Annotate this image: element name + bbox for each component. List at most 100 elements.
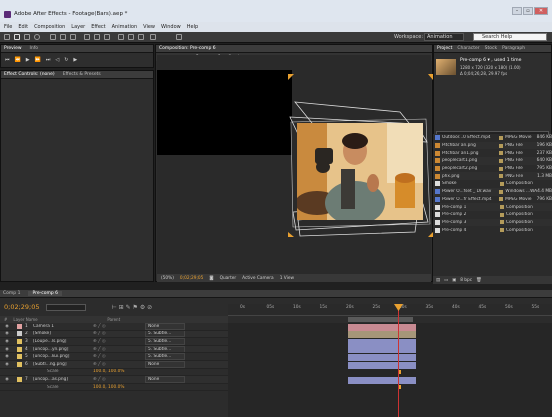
rotate-tool-icon[interactable] (50, 34, 56, 40)
label-color-swatch[interactable] (500, 181, 504, 186)
layer-label-color[interactable] (17, 354, 22, 360)
menu-effect[interactable]: Effect (91, 24, 105, 30)
label-color-swatch[interactable] (499, 151, 504, 156)
tab-info[interactable]: Info (30, 46, 39, 51)
scale-value[interactable]: 100.0, 100.0% (93, 385, 145, 390)
layer-row[interactable]: ◉ 5 [uncop...kui.png] ⊕ ╱ ◎ 5. Subtle... (0, 353, 228, 361)
menu-view[interactable]: View (143, 24, 155, 30)
puppet-tool-icon[interactable] (176, 34, 182, 40)
scale-value[interactable]: 100.0, 100.0% (93, 369, 145, 374)
first-frame-icon[interactable]: ⏮ (5, 57, 10, 63)
new-comp-icon[interactable]: ▣ (452, 278, 456, 283)
tab-effects-presets[interactable]: Effects & Presets (63, 72, 101, 77)
workspace-dropdown[interactable]: Animation (424, 33, 464, 41)
selection-tool-icon[interactable] (14, 34, 20, 40)
next-frame-icon[interactable]: ⏩ (35, 57, 41, 63)
layer-row[interactable]: ◉ 6 [Subtl...ng.png] ⊕ ╱ ◎ None (0, 360, 228, 369)
label-color-swatch[interactable] (499, 143, 504, 148)
parent-dropdown[interactable]: None (145, 323, 185, 330)
tab-project[interactable]: Project (437, 46, 452, 51)
loop-icon[interactable]: ↻ (64, 57, 68, 63)
layer-row[interactable]: ◉ 3 [Loupe...ls.png] ⊕ ╱ ◎ 5. Subtle... (0, 338, 228, 346)
menu-file[interactable]: File (4, 24, 12, 30)
layer-switches[interactable]: ⊕ ╱ ◎ (93, 324, 145, 329)
visibility-eye-icon[interactable]: ◉ (0, 362, 14, 367)
label-color-swatch[interactable] (499, 197, 504, 202)
menu-animation[interactable]: Animation (112, 24, 138, 30)
layer-label-color[interactable] (17, 338, 22, 344)
layer-switches[interactable]: ⊕ ╱ ◎ (93, 377, 145, 382)
project-item[interactable]: Pre-comp 4 Composition (433, 226, 552, 234)
layer-duration-bar[interactable] (348, 331, 416, 339)
zoom-tool-icon[interactable] (34, 34, 40, 40)
rectangle-tool-icon[interactable] (84, 34, 90, 40)
project-item[interactable]: peoplecart2.png PNG File 795 KB (433, 165, 552, 173)
snapshot-icon[interactable]: ◙ (209, 276, 213, 281)
layer-duration-bar[interactable] (348, 353, 416, 361)
layer-row[interactable]: ◉ 7 [uncop...as.png] ⊕ ╱ ◎ None (0, 376, 228, 384)
playhead-line[interactable] (398, 304, 399, 417)
project-item[interactable]: peoplecart1.png PNG File 640 KB (433, 157, 552, 165)
quality-dropdown[interactable]: Quarter (220, 276, 237, 281)
maximize-button[interactable]: ▫ (523, 7, 533, 15)
project-item[interactable]: Smoke Composition (433, 180, 552, 188)
prev-frame-icon[interactable]: ⏪ (15, 57, 21, 63)
layer-label-color[interactable] (17, 361, 22, 367)
project-item[interactable]: Outdoor...0 Effect.mp4 MPEG Movie 846 KB (433, 134, 552, 142)
home-icon[interactable] (4, 34, 10, 40)
timeline-switches-icons[interactable]: ⊢ ⊞ ✎ ⚑ ⚙ ⊘ (112, 304, 153, 311)
magnification-dropdown[interactable]: (50%) (161, 276, 174, 281)
project-item[interactable]: Pre-comp 3 Composition (433, 218, 552, 227)
layer-label-color[interactable] (17, 323, 22, 329)
minimize-button[interactable]: – (512, 7, 522, 15)
parent-dropdown[interactable]: 5. Subtle... (145, 330, 185, 338)
project-item[interactable]: Pitchbar an1.png PNG File 237 KB (433, 149, 552, 157)
delete-icon[interactable]: 🗑 (476, 278, 481, 283)
layer-switches[interactable]: ⊕ ╱ ◎ (93, 339, 145, 344)
layer-label-color[interactable] (17, 369, 22, 374)
layer-label-color[interactable] (17, 331, 22, 337)
hand-tool-icon[interactable] (24, 34, 30, 40)
parent-dropdown[interactable]: None (145, 360, 185, 368)
roto-brush-tool-icon[interactable] (150, 34, 156, 40)
new-folder-icon[interactable]: ▭ (444, 278, 448, 283)
close-button[interactable]: ✕ (534, 7, 548, 15)
project-item[interactable]: Pre-comp 2 Composition (433, 211, 552, 219)
tab-preview[interactable]: Preview (4, 46, 22, 51)
bpc-toggle[interactable]: 8 bpc (460, 278, 472, 283)
menu-help[interactable]: Help (187, 24, 198, 30)
parent-dropdown[interactable]: 5. Subtle... (145, 345, 185, 353)
tab-paragraph[interactable]: Paragraph (502, 46, 525, 51)
tab-character[interactable]: Character (457, 46, 479, 51)
layer-switches[interactable]: ⊕ ╱ ◎ (93, 331, 145, 336)
tab-timeline-precomp6[interactable]: Pre-comp 6 (28, 291, 62, 296)
parent-dropdown[interactable]: 5. Subtle... (145, 338, 185, 345)
menu-layer[interactable]: Layer (71, 24, 85, 30)
menu-composition[interactable]: Composition (34, 24, 65, 30)
tab-stock[interactable]: Stock (485, 46, 497, 51)
label-color-swatch[interactable] (500, 220, 504, 225)
project-item[interactable]: Pitchbar an.png PNG File 196 KB (433, 141, 552, 150)
tab-effect-controls[interactable]: Effect Controls: (none) (4, 72, 55, 77)
label-color-swatch[interactable] (500, 205, 504, 210)
tab-timeline-comp1[interactable]: Comp 1 (3, 291, 20, 296)
layer-label-color[interactable] (17, 346, 22, 352)
ram-preview-icon[interactable]: ▶ (73, 57, 77, 63)
layer-row[interactable]: ◉ 2 [Smoke] ⊕ ╱ ◎ 5. Subtle... (0, 330, 228, 339)
label-color-swatch[interactable] (499, 189, 504, 194)
layer-label-color[interactable] (17, 385, 22, 390)
play-icon[interactable]: ▶ (26, 57, 30, 63)
clone-stamp-tool-icon[interactable] (128, 34, 134, 40)
layer-row[interactable]: ◉ 1 Camera 1 ⊕ ╱ ◎ None (0, 323, 228, 331)
layer-duration-bar[interactable] (348, 338, 416, 346)
audio-icon[interactable]: ◁ (55, 57, 59, 63)
visibility-eye-icon[interactable]: ◉ (0, 354, 14, 359)
label-color-swatch[interactable] (499, 158, 504, 163)
project-item[interactable]: Pre-comp 1 Composition (433, 203, 552, 211)
work-area-bar[interactable] (348, 317, 413, 322)
project-item[interactable]: Power O...fr Effect.mp4 MPEG Movie 796 KB (433, 196, 552, 204)
pen-tool-icon[interactable] (94, 34, 100, 40)
layer-duration-bar[interactable] (348, 346, 416, 354)
comp-timecode[interactable]: 0;02;29;05 (180, 276, 203, 281)
pan-behind-tool-icon[interactable] (70, 34, 76, 40)
